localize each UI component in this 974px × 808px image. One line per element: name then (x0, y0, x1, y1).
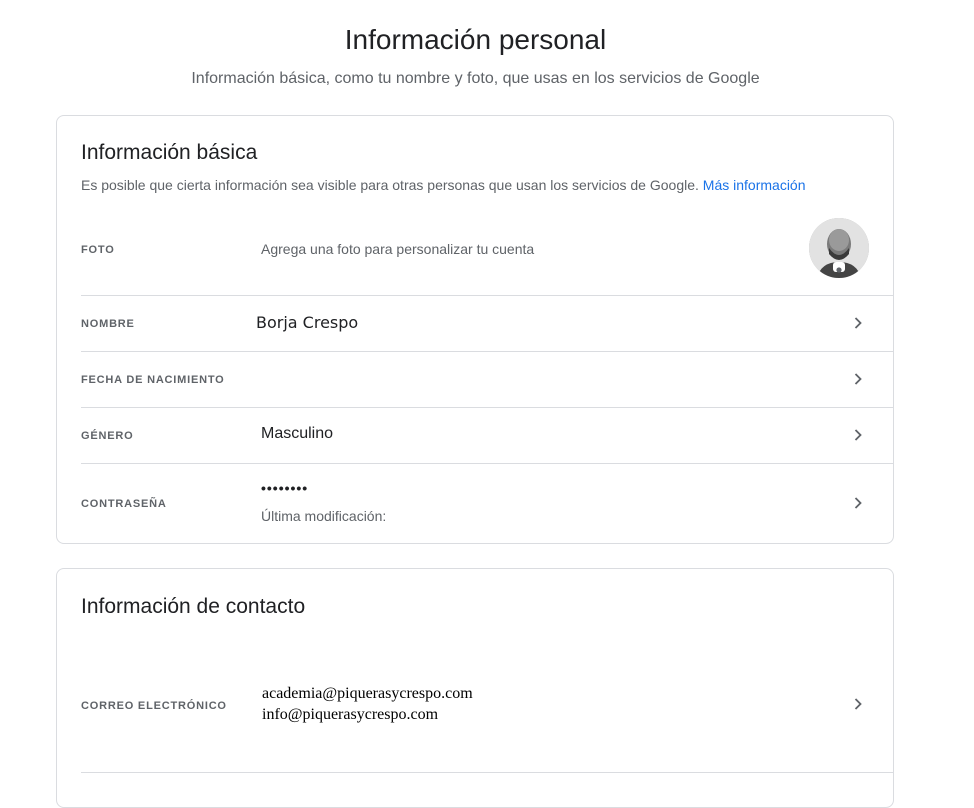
chevron-right-icon (854, 373, 862, 385)
basic-info-description-text: Es posible que cierta información sea vi… (81, 177, 699, 193)
email-secondary: info@piquerasycrespo.com (262, 706, 439, 723)
name-value: Borja Crespo (256, 313, 359, 332)
birthdate-label: FECHA DE NACIMIENTO (81, 374, 225, 386)
birthdate-row[interactable]: FECHA DE NACIMIENTO (81, 352, 893, 408)
chevron-right-icon (854, 317, 862, 329)
page-title: Información personal (344, 24, 607, 55)
email-row[interactable]: CORREO ELECTRÓNICO academia@piquerasycre… (81, 659, 893, 773)
password-row[interactable]: CONTRASEÑA •••••••• Última modificación: (81, 464, 893, 543)
basic-info-title: Información básica (81, 141, 258, 164)
page-subtitle: Información básica, como tu nombre y fot… (191, 70, 760, 87)
contact-info-card: Información de contacto CORREO ELECTRÓNI… (56, 568, 894, 808)
more-info-link[interactable]: Más información (703, 177, 806, 193)
photo-hint: Agrega una foto para personalizar tu cue… (261, 241, 535, 257)
name-row[interactable]: NOMBRE Borja Crespo (81, 296, 893, 352)
password-last-modified: Última modificación: (261, 508, 387, 524)
camera-icon (833, 262, 845, 273)
chevron-right-icon (854, 698, 862, 710)
gender-label: GÉNERO (81, 430, 134, 442)
gender-row[interactable]: GÉNERO Masculino (81, 408, 893, 464)
email-primary: academia@piquerasycrespo.com (262, 685, 473, 702)
basic-info-description: Es posible que cierta información sea vi… (81, 177, 806, 193)
name-label: NOMBRE (81, 318, 135, 330)
chevron-right-icon (854, 497, 862, 509)
photo-label: FOTO (81, 244, 115, 256)
password-value: •••••••• (261, 480, 309, 496)
chevron-right-icon (854, 429, 862, 441)
gender-value: Masculino (261, 425, 334, 442)
password-label: CONTRASEÑA (81, 498, 167, 510)
profile-photo[interactable] (809, 218, 869, 278)
email-list: academia@piquerasycrespo.com info@piquer… (262, 683, 473, 725)
basic-info-card: Información básica Es posible que cierta… (56, 115, 894, 544)
email-label: CORREO ELECTRÓNICO (81, 700, 227, 712)
contact-info-title: Información de contacto (81, 595, 306, 618)
photo-row[interactable]: FOTO Agrega una foto para personalizar t… (81, 204, 893, 296)
